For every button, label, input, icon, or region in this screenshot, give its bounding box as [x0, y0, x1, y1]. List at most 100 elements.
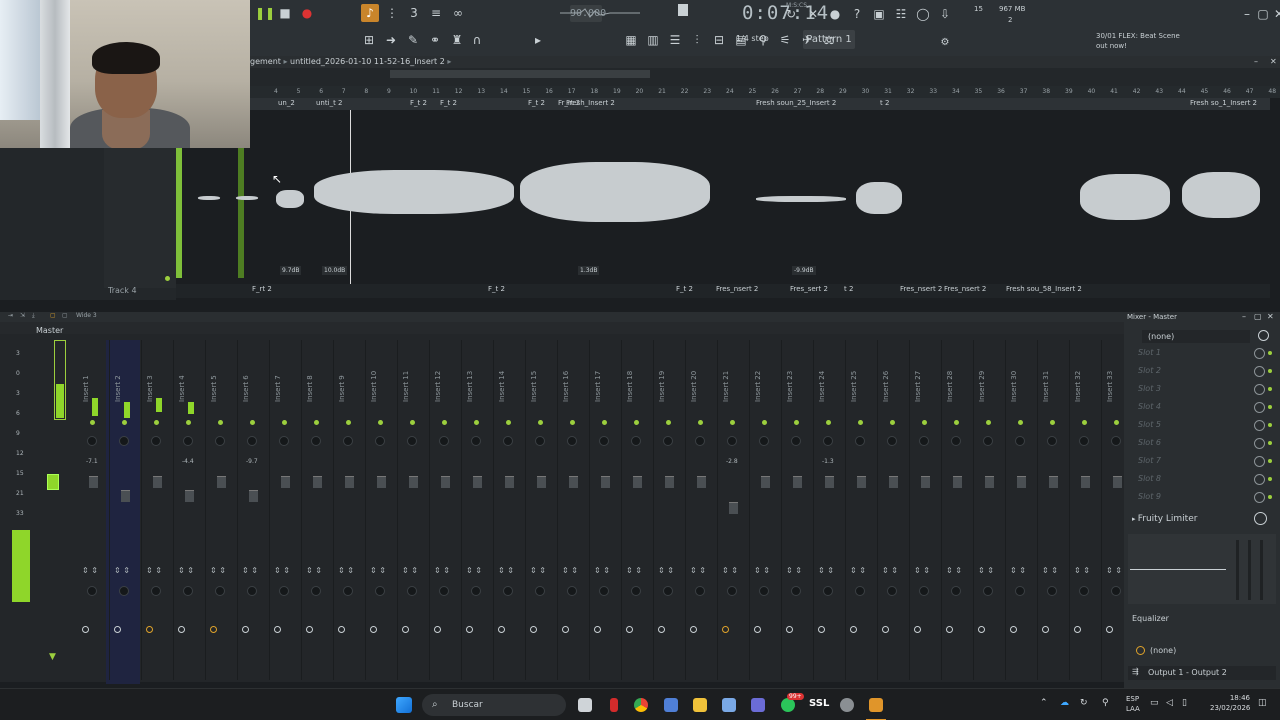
slot-led[interactable] — [1268, 369, 1272, 373]
send-arrows-icon[interactable]: ⇕ ⇕ — [114, 566, 130, 575]
stereo-knob[interactable] — [247, 586, 257, 596]
volume-fader[interactable] — [377, 476, 386, 488]
volume-fader[interactable] — [921, 476, 930, 488]
insert-led[interactable] — [730, 420, 735, 425]
pan-knob[interactable] — [1047, 436, 1057, 446]
mic-tray-icon[interactable]: ⚲ — [1102, 698, 1109, 708]
plug-icon[interactable]: ⚲ — [754, 31, 772, 49]
send-arrows-icon[interactable]: ⇕ ⇕ — [946, 566, 962, 575]
onedrive-icon[interactable]: ☁ — [1060, 698, 1069, 708]
route-circle[interactable] — [82, 626, 89, 633]
stereo-knob[interactable] — [279, 586, 289, 596]
insert-strip[interactable]: Insert 9 ⇕ ⇕ — [334, 340, 366, 680]
insert-strip[interactable]: Insert 5 ⇕ ⇕ — [206, 340, 238, 680]
insert-led[interactable] — [154, 420, 159, 425]
insert-strip[interactable]: Insert 14 ⇕ ⇕ — [494, 340, 526, 680]
pan-knob[interactable] — [759, 436, 769, 446]
effect-slot[interactable]: Slot 4 — [1138, 402, 1161, 411]
insert-led[interactable] — [506, 420, 511, 425]
clip-name-bottom[interactable]: F_rt 2 — [252, 285, 272, 293]
send-arrows-icon[interactable]: ⇕ ⇕ — [530, 566, 546, 575]
mixer-view-label[interactable]: Wide 3 — [76, 312, 97, 319]
send-arrows-icon[interactable]: ⇕ ⇕ — [722, 566, 738, 575]
help-icon[interactable]: ? — [848, 5, 866, 23]
stereo-knob[interactable] — [439, 586, 449, 596]
pan-knob[interactable] — [855, 436, 865, 446]
effect-slot[interactable]: Slot 2 — [1138, 366, 1161, 375]
stereo-knob[interactable] — [855, 586, 865, 596]
stereo-knob[interactable] — [791, 586, 801, 596]
volume-fader[interactable] — [825, 476, 834, 488]
route-circle[interactable] — [114, 626, 121, 633]
send-arrows-icon[interactable]: ⇕ ⇕ — [690, 566, 706, 575]
route-circle[interactable] — [882, 626, 889, 633]
volume-fader[interactable] — [121, 490, 130, 502]
stereo-knob[interactable] — [951, 586, 961, 596]
news-headline[interactable]: 30/01 FLEX: Beat Scene — [1096, 32, 1180, 40]
clip-name-top[interactable]: Fresh so_1_Insert 2 — [1190, 99, 1257, 107]
send-arrows-icon[interactable]: ⇕ ⇕ — [1010, 566, 1026, 575]
stereo-knob[interactable] — [983, 586, 993, 596]
route-circle[interactable] — [786, 626, 793, 633]
volume-fader[interactable] — [1113, 476, 1122, 488]
pan-knob[interactable] — [247, 436, 257, 446]
slot-led[interactable] — [1268, 441, 1272, 445]
eq-slider-1[interactable] — [1236, 540, 1239, 600]
pan-knob[interactable] — [215, 436, 225, 446]
insert-strip[interactable]: Insert 13 ⇕ ⇕ — [462, 340, 494, 680]
send-arrows-icon[interactable]: ⇕ ⇕ — [434, 566, 450, 575]
limiter-mix-knob[interactable] — [1254, 512, 1267, 525]
insert-led[interactable] — [986, 420, 991, 425]
slot-mix-knob[interactable] — [1254, 384, 1265, 395]
pan-knob[interactable] — [87, 436, 97, 446]
tools-icon[interactable]: ✕ — [804, 5, 822, 23]
effect-slot[interactable]: Slot 3 — [1138, 384, 1161, 393]
store-icon[interactable] — [664, 698, 678, 712]
stamp-icon[interactable]: ♜ — [448, 31, 466, 49]
insert-led[interactable] — [218, 420, 223, 425]
fl-studio-icon[interactable] — [869, 698, 883, 712]
equalizer-display[interactable] — [1128, 534, 1276, 604]
clip-name-top[interactable]: F_t 2 — [410, 99, 427, 107]
insert-led[interactable] — [250, 420, 255, 425]
volume-fader[interactable] — [473, 476, 482, 488]
effect-slot[interactable]: Slot 9 — [1138, 492, 1161, 501]
undo-history-icon[interactable]: ↻ — [782, 5, 800, 23]
insert-led[interactable] — [314, 420, 319, 425]
app-purple-icon[interactable] — [751, 698, 765, 712]
route-circle[interactable] — [530, 626, 537, 633]
snap-icon[interactable]: ⊞ — [360, 31, 378, 49]
volume-fader[interactable] — [665, 476, 674, 488]
effect-slot[interactable]: Slot 5 — [1138, 420, 1161, 429]
mixer-icon[interactable]: ☷ — [892, 5, 910, 23]
panel-minimize-icon[interactable]: – — [1242, 312, 1246, 321]
eq-slider-3[interactable] — [1260, 540, 1263, 600]
pan-knob[interactable] — [1111, 436, 1121, 446]
send-arrows-icon[interactable]: ⇕ ⇕ — [1106, 566, 1122, 575]
send-arrows-icon[interactable]: ⇕ ⇕ — [274, 566, 290, 575]
playlist-minimize-icon[interactable]: – — [1254, 56, 1258, 68]
plugin-icon[interactable]: ▤ — [732, 31, 750, 49]
pan-knob[interactable] — [919, 436, 929, 446]
route-circle[interactable] — [754, 626, 761, 633]
pan-knob[interactable] — [151, 436, 161, 446]
stereo-knob[interactable] — [503, 586, 513, 596]
send-arrows-icon[interactable]: ⇕ ⇕ — [978, 566, 994, 575]
route-circle[interactable] — [370, 626, 377, 633]
volume-fader[interactable] — [633, 476, 642, 488]
stereo-knob[interactable] — [215, 586, 225, 596]
route-circle[interactable] — [690, 626, 697, 633]
insert-led[interactable] — [1082, 420, 1087, 425]
clock-date[interactable]: 23/02/2026 — [1210, 704, 1250, 712]
breadcrumb-file[interactable]: untitled_2026-01-10 11-52-16_Insert 2 — [290, 57, 445, 66]
stereo-knob[interactable] — [599, 586, 609, 596]
send-arrows-icon[interactable]: ⇕ ⇕ — [338, 566, 354, 575]
route-circle[interactable] — [1010, 626, 1017, 633]
step-edit-icon[interactable]: ≡ — [427, 4, 445, 22]
stereo-knob[interactable] — [151, 586, 161, 596]
pan-knob[interactable] — [567, 436, 577, 446]
metronome-button[interactable]: ♪ — [361, 4, 379, 22]
send-arrows-icon[interactable]: ⇕ ⇕ — [146, 566, 162, 575]
insert-led[interactable] — [890, 420, 895, 425]
playlist-close-icon[interactable]: ✕ — [1270, 56, 1277, 68]
